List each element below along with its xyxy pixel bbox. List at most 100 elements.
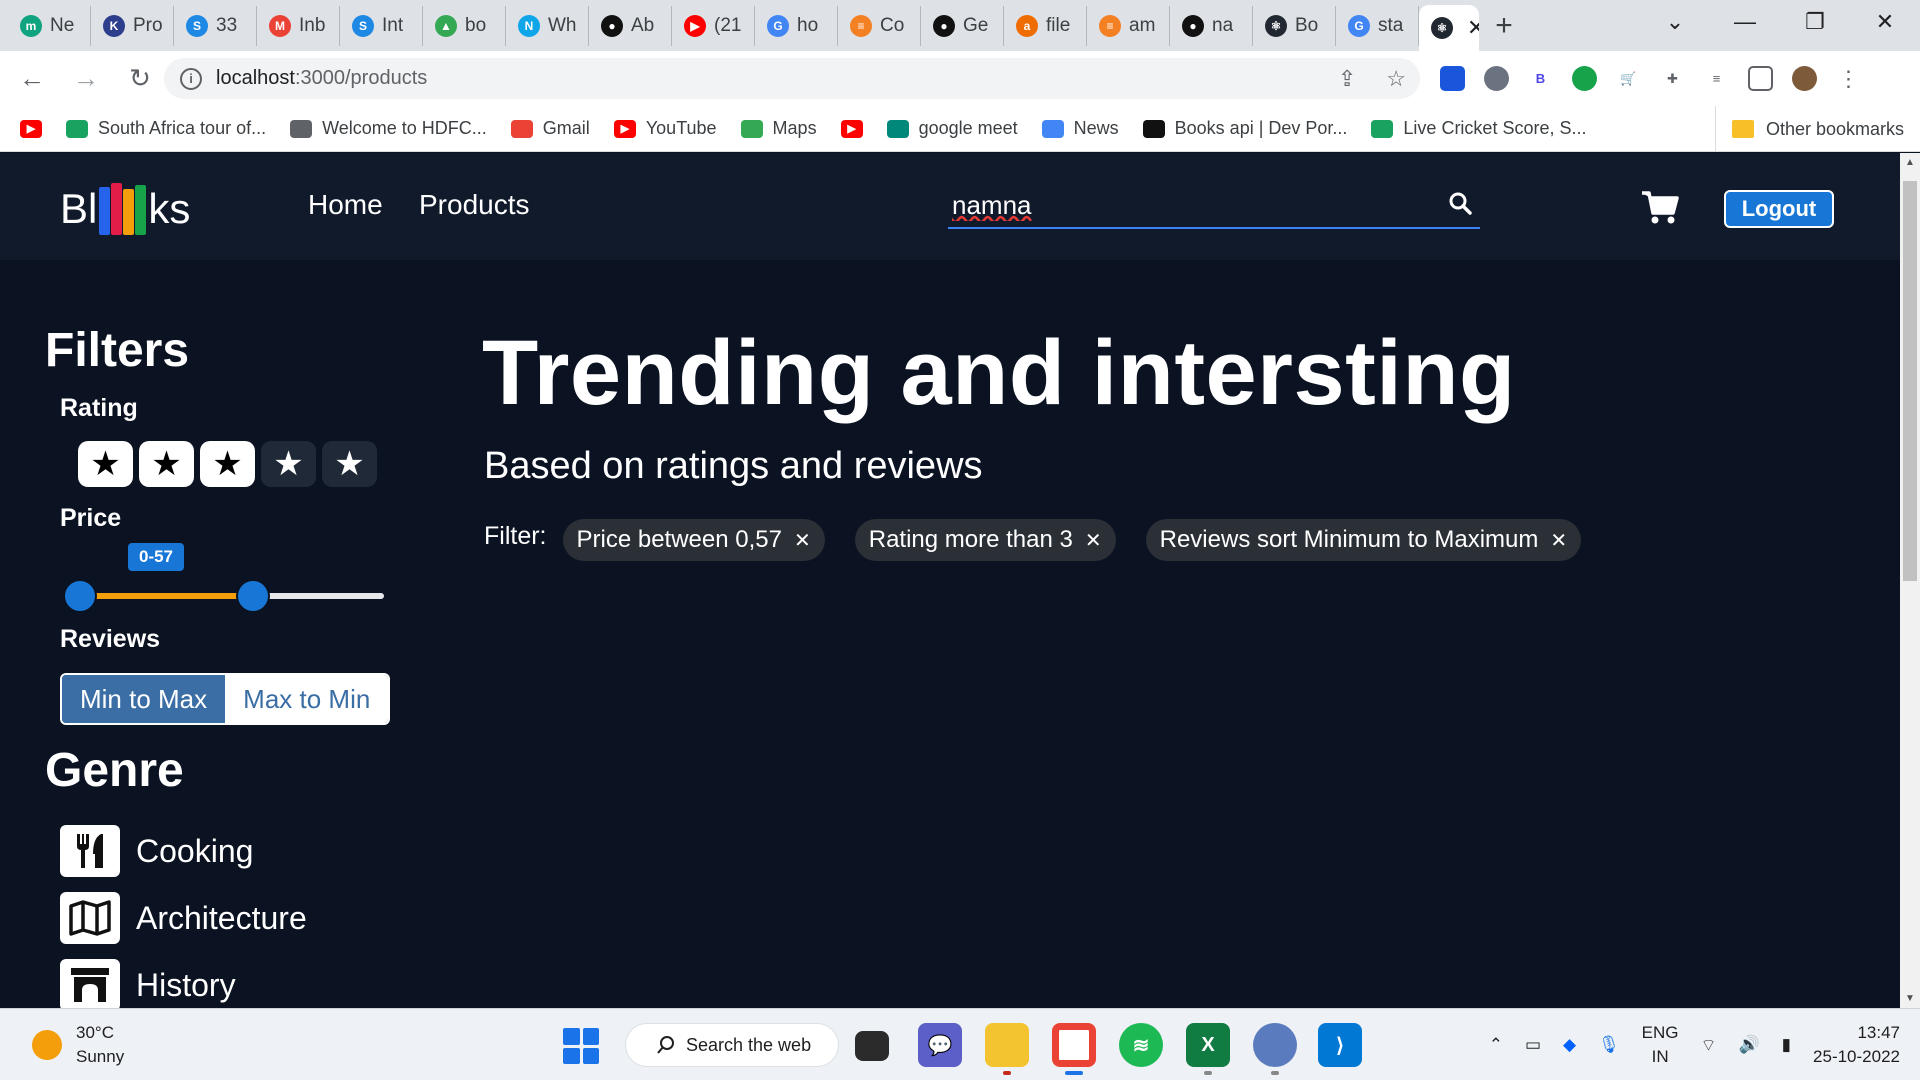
back-button[interactable]: ← [10,63,54,94]
browser-tab[interactable]: ● Ab [589,6,672,46]
bookmark-item[interactable]: Gmail [510,118,590,139]
display-icon[interactable]: ▭ [1525,1035,1541,1055]
spotify-icon[interactable]: ≋ [1119,1023,1163,1067]
restore-button[interactable]: ❐ [1780,9,1850,35]
nav-products[interactable]: Products [419,189,530,221]
bookmark-item[interactable]: ▶ [20,119,42,138]
browser-tab[interactable]: S Int [340,6,423,46]
chrome-icon[interactable] [1052,1023,1096,1075]
scroll-down-arrow-icon[interactable]: ▼ [1900,993,1920,1004]
active-tab[interactable]: ⚛ ✕ [1419,5,1479,51]
browser-tab[interactable]: ⚛ Bo [1253,6,1336,46]
taskbar-search[interactable]: Search the web [625,1023,839,1067]
search-input[interactable] [948,189,1428,221]
site-info-icon[interactable]: i [180,67,202,90]
scrollbar-thumb[interactable] [1903,181,1917,581]
share-icon[interactable]: ⇪ [1338,66,1356,92]
bookmark-item[interactable]: South Africa tour of... [66,118,266,139]
star-icon[interactable]: ★ [200,441,255,487]
teams-chat-icon[interactable]: 💬 [918,1023,962,1067]
browser-tab[interactable]: Gsta [1336,6,1419,46]
logout-button[interactable]: Logout [1724,190,1834,228]
vscode-icon[interactable]: ⟩ [1318,1023,1362,1067]
browser-tab[interactable]: ● Ge [921,6,1004,46]
genre-item-cooking[interactable]: Cooking [60,825,253,877]
bookmark-item[interactable]: Welcome to HDFC... [290,118,487,139]
extension-green-icon[interactable] [1572,66,1597,91]
bookmark-item[interactable]: ▶ YouTube [613,118,717,139]
close-window-button[interactable]: ✕ [1850,9,1920,35]
browser-tab[interactable]: ≡ am [1087,6,1170,46]
start-button[interactable] [563,1028,599,1064]
wifi-icon[interactable]: ⌔ [1701,1035,1717,1056]
other-bookmarks[interactable]: Other bookmarks [1714,106,1904,152]
excel-icon[interactable]: X [1186,1023,1230,1075]
star-icon[interactable]: ★ [139,441,194,487]
extension-blue-icon[interactable] [1440,66,1465,91]
sort-max-to-min-button[interactable]: Max to Min [225,675,389,723]
browser-tab[interactable]: ≡ Co [838,6,921,46]
price-slider-min-handle[interactable] [63,579,97,613]
profile-avatar[interactable] [1792,66,1817,91]
extension-circle-icon[interactable] [1484,66,1509,91]
browser-tab[interactable]: M Inb [257,6,340,46]
star-icon[interactable]: ★ [261,441,316,487]
media-control-icon[interactable]: ≡ [1704,66,1729,91]
browser-tab[interactable]: Gho [755,6,838,46]
price-slider-max-handle[interactable] [236,579,271,613]
browser-tab[interactable]: a file [1004,6,1087,46]
search-icon[interactable] [1448,191,1472,220]
close-tab-icon[interactable]: ✕ [1467,15,1479,41]
battery-icon[interactable]: ▮ [1782,1035,1791,1055]
genre-item-architecture[interactable]: Architecture [60,892,307,944]
dropbox-icon[interactable]: ◆ [1563,1035,1576,1055]
reload-button[interactable]: ↻ [118,63,162,94]
browser-tab[interactable]: S 33 [174,6,257,46]
extension-b-icon[interactable]: B [1528,66,1553,91]
minimize-button[interactable]: — [1710,9,1780,35]
sort-min-to-max-button[interactable]: Min to Max [62,675,226,723]
nav-home[interactable]: Home [308,189,383,221]
extension-cart-icon[interactable]: 🛒 [1616,66,1641,91]
task-view-icon[interactable] [855,1031,889,1061]
remove-filter-icon[interactable]: ✕ [1085,528,1102,553]
new-tab-button[interactable]: + [1479,5,1529,47]
remove-filter-icon[interactable]: ✕ [1550,528,1567,553]
browser-tab[interactable]: ▲ bo [423,6,506,46]
language-indicator[interactable]: ENG IN [1642,1021,1679,1069]
browser-tab[interactable]: K Pro [91,6,174,46]
forward-button[interactable]: → [64,63,108,94]
app-globe-icon[interactable] [1253,1023,1297,1075]
bookmark-star-icon[interactable]: ☆ [1386,66,1406,92]
clock[interactable]: 13:47 25-10-2022 [1813,1021,1900,1069]
url-text[interactable]: localhost:3000/products [216,67,427,90]
remove-filter-icon[interactable]: ✕ [794,528,811,553]
weather-widget[interactable]: 30°C Sunny [32,1021,124,1069]
browser-tab[interactable]: ● na [1170,6,1253,46]
genre-item-history[interactable]: History [60,959,236,1008]
tab-search-icon[interactable]: ⌄ [1640,9,1710,35]
browser-tab[interactable]: m Ne [8,6,91,46]
bookmark-item[interactable]: News [1041,118,1119,139]
menu-kebab-icon[interactable]: ⋮ [1836,66,1861,91]
microphone-icon[interactable]: 🎙 [1598,1035,1620,1055]
address-bar[interactable]: i localhost:3000/products ⇪ ☆ [164,58,1420,99]
extensions-puzzle-icon[interactable]: ✚ [1660,66,1685,91]
logo[interactable]: Bl ks [60,183,190,235]
star-icon[interactable]: ★ [322,441,377,487]
bookmark-item[interactable]: Maps [740,118,817,139]
star-icon[interactable]: ★ [78,441,133,487]
side-panel-icon[interactable] [1748,66,1773,91]
page-scrollbar[interactable]: ▲ ▼ [1900,153,1920,1008]
chevron-up-icon[interactable]: ⌃ [1489,1035,1503,1055]
browser-tab[interactable]: N Wh [506,6,589,46]
bookmark-item[interactable]: Live Cricket Score, S... [1371,118,1586,139]
file-explorer-icon[interactable] [985,1023,1029,1075]
scroll-up-arrow-icon[interactable]: ▲ [1900,157,1920,168]
browser-tab[interactable]: ▶ (21 [672,6,755,46]
cart-icon[interactable] [1640,189,1680,230]
price-slider[interactable] [63,579,384,613]
bookmark-item[interactable]: ▶ [840,119,863,138]
bookmark-item[interactable]: google meet [886,118,1018,139]
volume-icon[interactable]: 🔊 [1739,1035,1760,1055]
